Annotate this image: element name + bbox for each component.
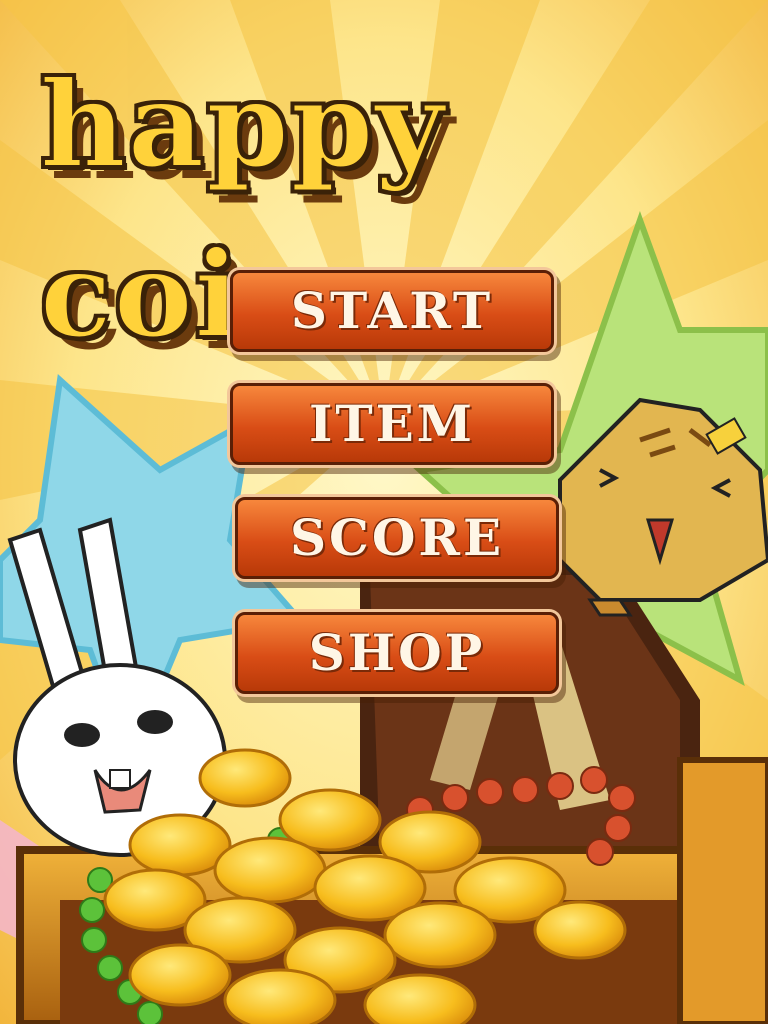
start-button[interactable]: START [230,270,554,352]
score-button[interactable]: SCORE [235,497,559,579]
game-title: happy coin [39,54,446,365]
shop-button[interactable]: SHOP [235,612,559,694]
item-button[interactable]: ITEM [230,383,554,465]
